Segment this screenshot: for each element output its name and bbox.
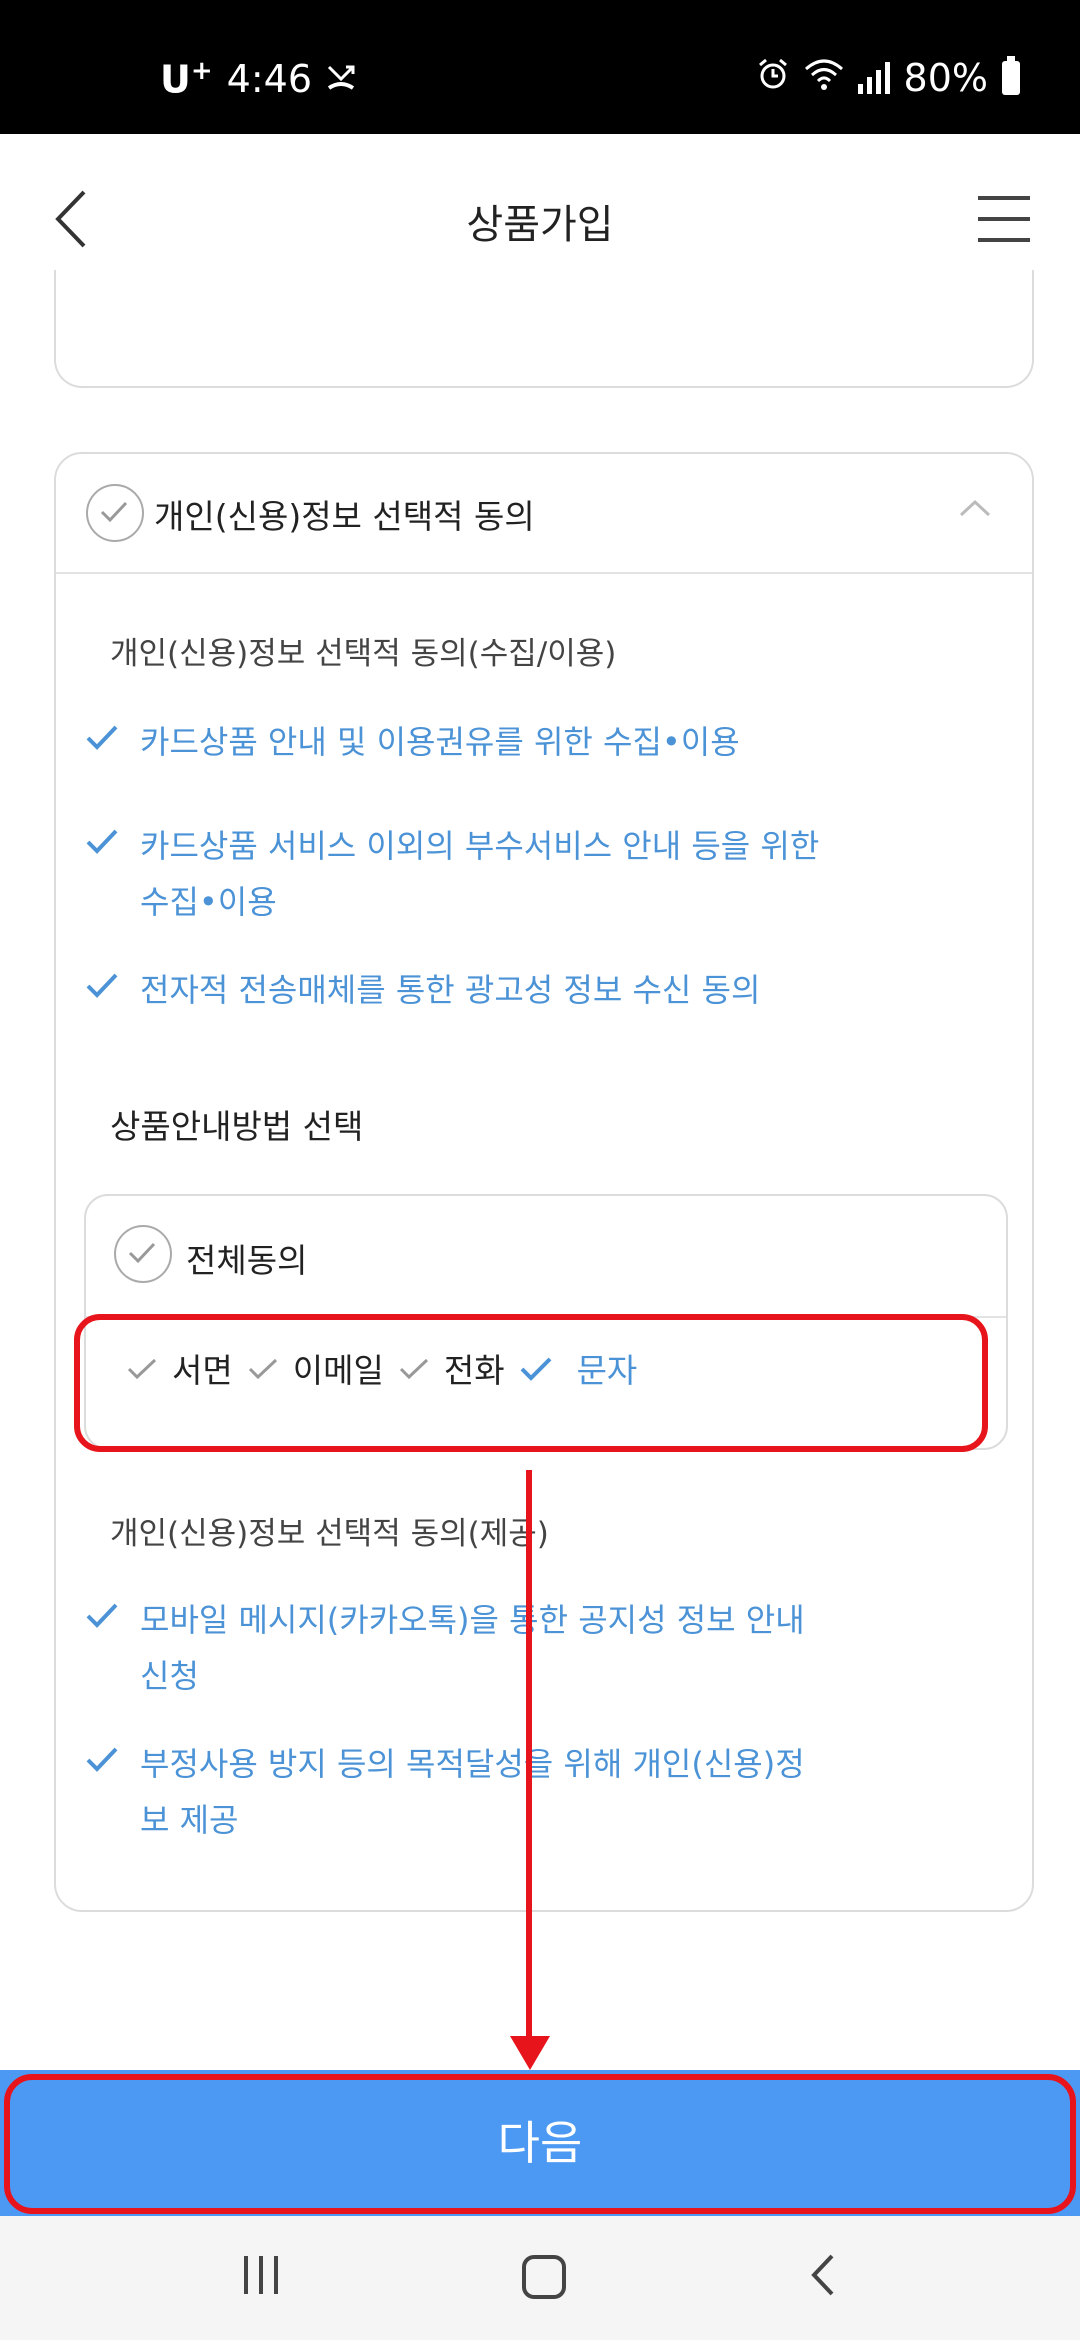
- consent-item-label: 전자적 전송매체를 통한 광고성 정보 수신 동의: [140, 971, 761, 1009]
- consent-item-line: 모바일 메시지(카카오톡)을 통한 공지성 정보 안내: [140, 1601, 805, 1639]
- home-button[interactable]: [522, 2255, 566, 2299]
- highlight-arrow-line: [526, 1470, 532, 2040]
- section-title-provide: 개인(신용)정보 선택적 동의(제공): [110, 1516, 549, 1552]
- collapse-button[interactable]: [958, 498, 992, 522]
- consent-item[interactable]: 부정사용 방지 등의 목적달성을 위해 개인(신용)정 보 제공: [84, 1736, 944, 1848]
- consent-item-label: 모바일 메시지(카카오톡)을 통한 공지성 정보 안내 신청: [140, 1592, 805, 1704]
- menu-icon-bar: [978, 196, 1030, 200]
- chevron-up-icon: [959, 499, 991, 517]
- consent-item[interactable]: 전자적 전송매체를 통한 광고성 정보 수신 동의: [84, 962, 944, 1018]
- consent-card-title: 개인(신용)정보 선택적 동의: [154, 497, 535, 536]
- check-icon: [86, 1603, 118, 1628]
- consent-item-label: 카드상품 서비스 이외의 부수서비스 안내 등을 위한 수집•이용: [140, 818, 819, 930]
- carrier-plus: +: [190, 56, 213, 86]
- all-agree-label: 전체동의: [186, 1241, 308, 1280]
- alarm-icon: [756, 56, 790, 100]
- chevron-left-icon: [811, 2254, 834, 2296]
- method-section-title: 상품안내방법 선택: [110, 1107, 364, 1146]
- consent-item-label: 카드상품 안내 및 이용권유를 위한 수집•이용: [140, 723, 740, 761]
- all-agree-row[interactable]: 전체동의: [86, 1196, 1006, 1318]
- consent-item[interactable]: 카드상품 안내 및 이용권유를 위한 수집•이용: [84, 714, 944, 770]
- page-title: 상품가입: [466, 202, 614, 248]
- system-nav-bar: [0, 2216, 1080, 2340]
- consent-item-line: 보 제공: [140, 1801, 239, 1839]
- status-right: 80%: [756, 56, 1020, 100]
- consent-card: 개인(신용)정보 선택적 동의 개인(신용)정보 선택적 동의(수집/이용) 카…: [54, 452, 1034, 1912]
- check-icon: [86, 973, 118, 998]
- check-icon: [86, 725, 118, 750]
- arrow-down-icon: [510, 2036, 550, 2070]
- consent-check-toggle[interactable]: [86, 484, 144, 542]
- clock: 4:46: [226, 56, 312, 101]
- recent-icon-bar: [244, 2256, 248, 2294]
- highlight-box-next: [4, 2074, 1076, 2214]
- missed-call-icon: [326, 57, 356, 101]
- consent-item-label: 부정사용 방지 등의 목적달성을 위해 개인(신용)정 보 제공: [140, 1736, 805, 1848]
- recent-apps-button[interactable]: [244, 2256, 278, 2294]
- highlight-box: [74, 1314, 988, 1452]
- previous-card: [54, 270, 1034, 388]
- battery-icon: [1002, 56, 1020, 95]
- check-icon: [128, 1242, 156, 1264]
- wifi-icon: [804, 56, 844, 100]
- consent-item[interactable]: 모바일 메시지(카카오톡)을 통한 공지성 정보 안내 신청: [84, 1592, 944, 1704]
- check-icon: [86, 829, 118, 854]
- check-icon: [100, 501, 128, 523]
- menu-icon-bar: [978, 238, 1030, 242]
- consent-item-line: 수집•이용: [140, 883, 277, 921]
- system-back-button[interactable]: [808, 2252, 838, 2302]
- status-bar: U+ 4:46 80%: [0, 0, 1080, 134]
- check-icon: [86, 1747, 118, 1772]
- consent-item-line: 카드상품 서비스 이외의 부수서비스 안내 등을 위한: [140, 827, 820, 865]
- battery-percent: 80%: [903, 56, 988, 100]
- menu-icon-bar: [978, 217, 1030, 221]
- recent-icon-bar: [259, 2256, 263, 2294]
- consent-item-line: 신청: [140, 1657, 199, 1695]
- carrier-label: U+: [160, 56, 213, 102]
- menu-button[interactable]: [978, 196, 1030, 242]
- all-agree-toggle[interactable]: [114, 1225, 172, 1283]
- status-left: U+ 4:46: [160, 56, 356, 102]
- carrier-name: U: [160, 57, 191, 102]
- consent-item-line: 부정사용 방지 등의 목적달성을 위해 개인(신용)정: [140, 1745, 805, 1783]
- signal-icon: [857, 62, 890, 94]
- consent-card-header[interactable]: 개인(신용)정보 선택적 동의: [56, 454, 1032, 574]
- section-title-collect: 개인(신용)정보 선택적 동의(수집/이용): [110, 636, 617, 672]
- recent-icon-bar: [274, 2256, 278, 2294]
- consent-item[interactable]: 카드상품 서비스 이외의 부수서비스 안내 등을 위한 수집•이용: [84, 818, 944, 930]
